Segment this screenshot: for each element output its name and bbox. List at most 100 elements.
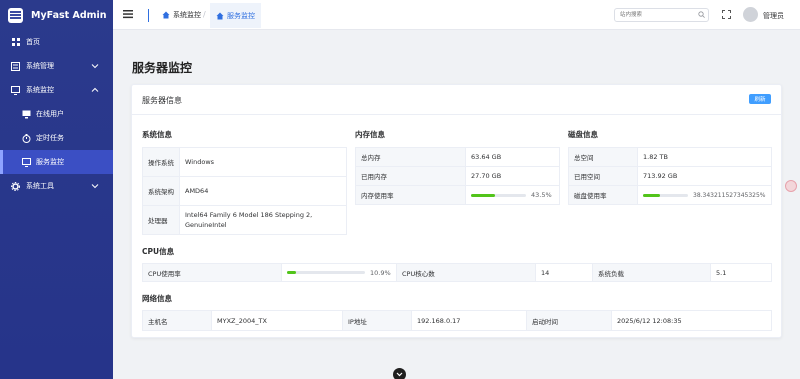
disk-used-label: 已用空间	[568, 166, 638, 186]
table-row: 内存使用率 43.5%	[355, 185, 560, 205]
disk-usage-value: 38.3432115273453​25%	[637, 185, 772, 205]
cpu-info-table: CPU使用率 10.9% CPU核心数 14 系统负载 5.1	[142, 263, 772, 282]
cpu-usage-value: 10.9%	[281, 263, 397, 282]
sidebar-item-system-tools[interactable]: 系统工具	[0, 174, 113, 198]
sidebar-item-system-monitor[interactable]: 系统监控	[0, 78, 113, 102]
search-input[interactable]	[614, 8, 709, 22]
header-divider	[148, 9, 149, 22]
memory-total-label: 总内存	[355, 147, 466, 167]
memory-usage-label: 内存使用率	[355, 185, 466, 205]
ip-value: 192.168.0.17	[411, 310, 527, 331]
disk-usage-percent: 38.3432115273453​25%	[693, 192, 766, 199]
table-row: CPU使用率 10.9% CPU核心数 14 系统负载 5.1	[142, 263, 772, 282]
sidebar-item-home[interactable]: 首页	[0, 30, 113, 54]
disk-total-label: 总空间	[568, 147, 638, 167]
online-user-icon	[22, 110, 31, 119]
app-logo	[8, 7, 23, 23]
server-info-card: 服务器信息 刷新 系统信息 操作系统 Windows 系统架构 AMD64 处理…	[131, 84, 782, 338]
system-info-title: 系统信息	[142, 130, 172, 139]
boot-time-label: 启动时间	[526, 310, 612, 331]
memory-usage-value: 43.5%	[465, 185, 560, 205]
page-title: 服务器监控	[132, 61, 193, 75]
sidebar-item-system-management[interactable]: 系统管理	[0, 54, 113, 78]
cpu-usage-percent: 10.9%	[370, 268, 391, 277]
disk-total-value: 1.82 TB	[637, 147, 772, 167]
system-load-label: 系统负载	[592, 263, 711, 282]
home-icon	[216, 12, 224, 19]
chevron-down-icon	[91, 64, 99, 69]
disk-progress-fill	[643, 193, 661, 197]
tab-system-monitor[interactable]: 系统监控	[162, 5, 201, 25]
table-row: 磁盘使用率 38.3432115273453​25%	[568, 185, 772, 205]
boot-time-value: 2025/6/12 12:08:35	[611, 310, 772, 331]
app-title: MyFast Admin	[31, 9, 107, 21]
disk-info-table: 总空间 1.82 TB 已用空间 713.92 GB 磁盘使用率 38.3432…	[568, 147, 772, 205]
disk-usage-label: 磁盘使用率	[568, 185, 638, 205]
card-title: 服务器信息	[142, 96, 182, 105]
chevron-down-icon	[396, 372, 403, 377]
cpu-progress-fill	[287, 271, 296, 274]
memory-progress-bar	[471, 193, 526, 197]
hamburger-icon[interactable]	[123, 9, 133, 19]
network-info-title: 网络信息	[142, 294, 172, 303]
memory-info-title: 内存信息	[355, 130, 385, 139]
cpu-usage-label: CPU使用率	[142, 263, 282, 282]
refresh-button[interactable]: 刷新	[749, 94, 771, 104]
tab-label: 系统监控	[173, 11, 201, 19]
disk-info-title: 磁盘信息	[568, 130, 598, 139]
arch-value: AMD64	[179, 176, 347, 206]
sidebar-subitem-server-monitor[interactable]: 服务监控	[0, 150, 113, 174]
sidebar-item-label: 在线用户	[36, 110, 64, 118]
memory-info-table: 总内存 63.64 GB 已用内存 27.70 GB 内存使用率 43.5%	[355, 147, 560, 205]
network-info-table: 主机名 MYXZ_2004_TX IP地址 192.168.0.17 启动时间 …	[142, 310, 772, 331]
brand[interactable]: MyFast Admin	[0, 0, 113, 30]
username[interactable]: 管理员	[763, 11, 784, 21]
disk-used-value: 713.92 GB	[637, 166, 772, 186]
sidebar-item-label: 系统监控	[26, 86, 54, 94]
top-header: 系统监控 / 服务监控 管理员	[113, 0, 800, 30]
sidebar-item-label: 系统管理	[26, 62, 54, 70]
timer-icon	[22, 133, 31, 143]
memory-used-value: 27.70 GB	[465, 166, 560, 186]
table-row: 已用内存 27.70 GB	[355, 166, 560, 186]
sidebar-subitem-scheduled-tasks[interactable]: 定时任务	[0, 126, 113, 150]
system-info-table: 操作系统 Windows 系统架构 AMD64 处理器 Intel64 Fami…	[142, 147, 347, 235]
cpu-cores-value: 14	[535, 263, 593, 282]
search-icon[interactable]	[698, 11, 705, 18]
monitor-icon	[22, 157, 31, 167]
cpu-model-label: 处理器	[142, 205, 180, 235]
sidebar-subitem-online-users[interactable]: 在线用户	[0, 102, 113, 126]
grid-icon	[11, 38, 20, 47]
sidebar-item-label: 定时任务	[36, 134, 64, 142]
fullscreen-icon[interactable]	[722, 10, 731, 19]
cpu-cores-label: CPU核心数	[396, 263, 536, 282]
settings-panel-icon	[11, 61, 20, 71]
floating-assistant-icon[interactable]	[785, 180, 797, 192]
memory-used-label: 已用内存	[355, 166, 466, 186]
table-row: 总空间 1.82 TB	[568, 147, 772, 167]
os-value: Windows	[179, 147, 347, 177]
cpu-info-title: CPU信息	[142, 247, 175, 256]
avatar[interactable]	[743, 7, 758, 22]
hostname-label: 主机名	[142, 310, 212, 331]
sidebar: MyFast Admin 首页 系统管理 系统监控 在线用户 定时任务 服务监控…	[0, 0, 113, 379]
scroll-down-button[interactable]	[393, 368, 406, 379]
table-row: 主机名 MYXZ_2004_TX IP地址 192.168.0.17 启动时间 …	[142, 310, 772, 331]
tab-server-monitor[interactable]: 服务监控	[210, 3, 261, 28]
hostname-value: MYXZ_2004_TX	[211, 310, 343, 331]
memory-usage-percent: 43.5%	[531, 191, 552, 199]
sidebar-item-label: 首页	[26, 38, 40, 46]
table-row: 总内存 63.64 GB	[355, 147, 560, 167]
breadcrumb-separator: /	[203, 10, 206, 19]
cpu-model-value: Intel64 Family 6 Model 186 Stepping 2, G…	[179, 205, 347, 235]
arch-label: 系统架构	[142, 176, 180, 206]
chevron-up-icon	[91, 87, 99, 92]
os-label: 操作系统	[142, 147, 180, 177]
sidebar-item-label: 系统工具	[26, 182, 54, 190]
table-row: 处理器 Intel64 Family 6 Model 186 Stepping …	[142, 205, 347, 235]
sidebar-item-label: 服务监控	[36, 158, 64, 166]
disk-progress-bar	[643, 193, 688, 197]
system-load-value: 5.1	[710, 263, 772, 282]
table-row: 系统架构 AMD64	[142, 176, 347, 206]
table-row: 操作系统 Windows	[142, 147, 347, 177]
